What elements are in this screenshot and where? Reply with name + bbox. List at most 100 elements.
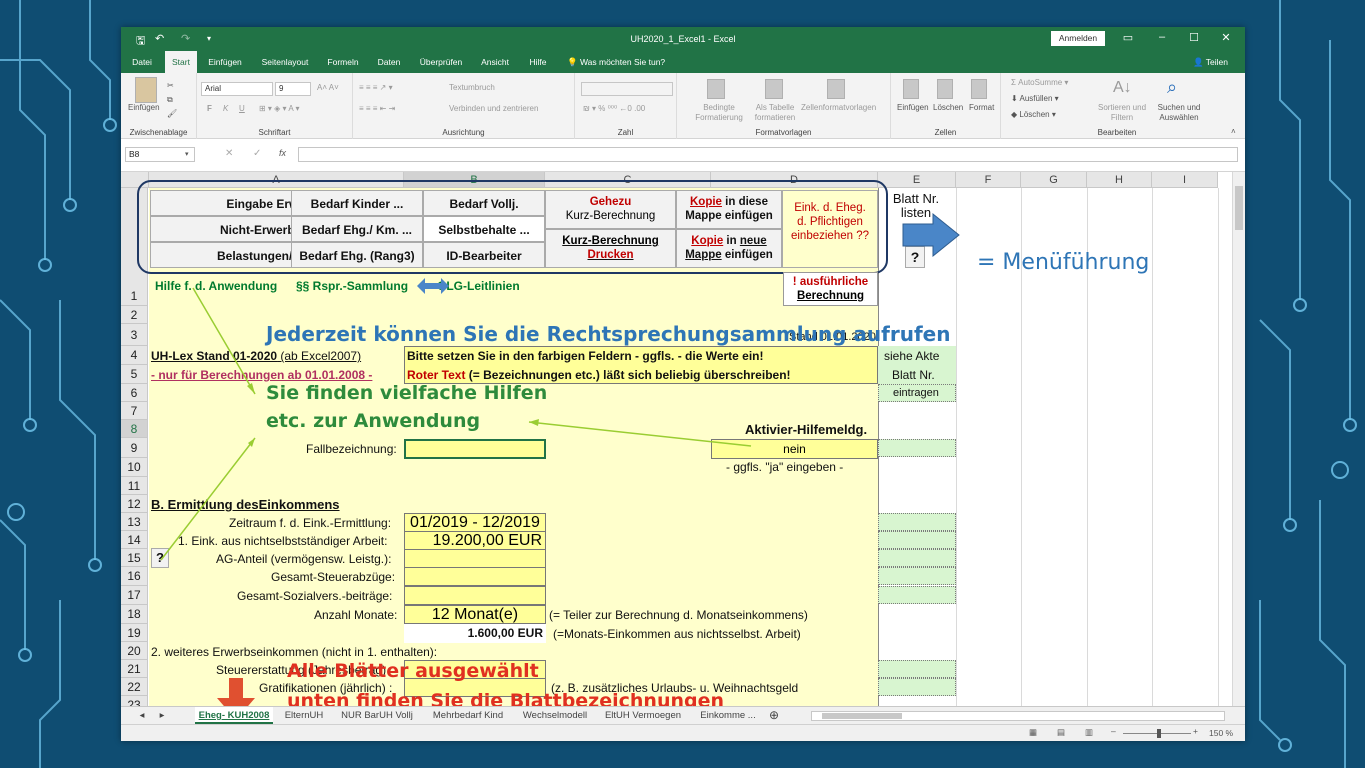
namebox-dropdown-icon[interactable]: ▾ — [185, 150, 189, 158]
conditional-formatting-icon[interactable] — [707, 79, 725, 99]
sheet-tab-nur-baruh-vollj[interactable]: NUR BarUH Vollj — [335, 707, 419, 724]
green-input-12[interactable] — [878, 513, 956, 531]
format-as-table-button[interactable]: Als Tabelle formatieren — [745, 103, 805, 123]
cell-styles-button[interactable]: Zellenformatvorlagen — [801, 103, 876, 112]
delete-cells-icon[interactable] — [937, 79, 953, 99]
normal-view-icon[interactable]: ▦ — [1029, 727, 1037, 738]
top-align-icon[interactable]: ≡ ≡ ≡ ↗ ▾ — [359, 83, 393, 92]
green-input-20[interactable] — [878, 660, 956, 678]
anzahl-monate-input[interactable]: 12 Monat(e) — [404, 605, 546, 624]
cancel-entry-icon[interactable]: ✕ — [225, 148, 233, 159]
page-break-icon[interactable]: ▥ — [1085, 727, 1093, 738]
autosum-button[interactable]: Σ AutoSumme ▾ — [1011, 78, 1068, 87]
horizontal-scroll-thumb[interactable] — [822, 713, 902, 719]
signin-button[interactable]: Anmelden — [1051, 31, 1105, 46]
merge-center-button[interactable]: Verbinden und zentrieren — [449, 104, 538, 113]
col-header-g[interactable]: G — [1021, 172, 1087, 188]
green-input-16[interactable] — [878, 586, 956, 604]
row-header-12[interactable]: 12 — [121, 495, 148, 513]
zeitraum-input[interactable]: 01/2019 - 12/2019 — [404, 513, 546, 532]
font-size-select[interactable]: 9 — [275, 82, 311, 96]
sheet-tab-elternuh[interactable]: ElternUH — [279, 707, 329, 724]
green-input-8[interactable] — [878, 439, 956, 457]
row-header-17[interactable]: 17 — [121, 586, 148, 605]
sheet-tab-eltuh-vermoegen[interactable]: EltUH Vermoegen — [599, 707, 687, 724]
row-header-23[interactable]: 23 — [121, 696, 148, 706]
zoom-in-icon[interactable]: + — [1193, 726, 1198, 736]
wrap-text-button[interactable]: Textumbruch — [449, 83, 495, 92]
ag-anteil-input[interactable] — [404, 549, 546, 568]
insert-cells-button[interactable]: Einfügen — [897, 103, 929, 112]
bold-button[interactable]: F — [207, 104, 212, 113]
help-question-button[interactable]: ? — [905, 246, 925, 268]
horizontal-scrollbar[interactable] — [811, 711, 1225, 721]
insert-cells-icon[interactable] — [903, 79, 919, 99]
scroll-tabs-right-icon[interactable]: ▸ — [155, 707, 169, 724]
conditional-formatting-button[interactable]: Bedingte Formatierung — [687, 103, 751, 123]
border-icon[interactable]: ⊞ ▾ ◈ ▾ A ▾ — [259, 104, 299, 113]
vertical-scroll-thumb[interactable] — [1235, 186, 1243, 230]
vertical-scrollbar[interactable] — [1232, 172, 1245, 706]
green-input-14[interactable] — [878, 549, 956, 567]
format-cells-icon[interactable] — [971, 79, 987, 99]
tab-seitenlayout[interactable]: Seitenlayout — [257, 51, 313, 73]
row-header-14[interactable]: 14 — [121, 531, 148, 549]
zoom-out-icon[interactable]: – — [1111, 726, 1116, 736]
share-button[interactable]: 👤 Teilen — [1193, 51, 1228, 73]
tab-einfuegen[interactable]: Einfügen — [205, 51, 245, 73]
zoom-level[interactable]: 150 % — [1209, 728, 1233, 738]
number-format-select[interactable] — [581, 82, 673, 96]
help-link[interactable]: Hilfe f. d. Anwendung — [155, 279, 277, 293]
col-header-i[interactable]: I — [1152, 172, 1218, 188]
green-input-21[interactable] — [878, 678, 956, 696]
sozialvers-input[interactable] — [404, 586, 546, 605]
sheet-tab-wechselmodell[interactable]: Wechselmodell — [517, 707, 593, 724]
worksheet-grid[interactable]: A B C D E F G H I 1 2 3 4 5 6 7 8 9 10 11 12 13 14 15 1… — [121, 172, 1245, 706]
rspr-sammlung-link[interactable]: §§ Rspr.-Sammlung — [296, 279, 408, 293]
hilfemeldung-input[interactable]: nein — [711, 439, 878, 459]
row-header-10[interactable]: 10 — [121, 458, 148, 477]
tab-ansicht[interactable]: Ansicht — [477, 51, 513, 73]
scroll-tabs-left-icon[interactable]: ◂ — [135, 707, 149, 724]
col-header-e[interactable]: E — [878, 172, 956, 188]
fill-button[interactable]: ⬇ Ausfüllen ▾ — [1011, 94, 1059, 103]
maximize-icon[interactable]: ☐ — [1186, 31, 1202, 44]
font-name-select[interactable]: Arial — [201, 82, 273, 96]
collapse-ribbon-icon[interactable]: ˄ — [1231, 127, 1236, 136]
row-header-9[interactable]: 9 — [121, 438, 148, 458]
row-header-18[interactable]: 18 — [121, 605, 148, 624]
grow-font-icon[interactable]: A˄ A˅ — [317, 83, 339, 92]
close-icon[interactable]: ✕ — [1218, 31, 1234, 44]
add-sheet-icon[interactable]: ⊕ — [767, 707, 781, 724]
tab-daten[interactable]: Daten — [373, 51, 405, 73]
format-painter-icon[interactable]: 🖌 — [167, 109, 177, 118]
olg-leitlinien-link[interactable]: OLG-Leitlinien — [437, 279, 520, 293]
minimize-icon[interactable]: – — [1154, 31, 1170, 43]
tab-start[interactable]: Start — [165, 51, 197, 73]
paste-button[interactable]: Einfügen — [128, 103, 160, 112]
row-header-5[interactable]: 5 — [121, 365, 148, 384]
row-header-3[interactable]: 3 — [121, 324, 148, 346]
row-header-6[interactable]: 6 — [121, 384, 148, 402]
tab-formeln[interactable]: Formeln — [323, 51, 363, 73]
cut-icon[interactable]: ✂ — [167, 81, 174, 90]
row-header-19[interactable]: 19 — [121, 624, 148, 642]
format-cells-button[interactable]: Format — [969, 103, 994, 112]
tab-datei[interactable]: Datei — [127, 51, 157, 73]
copy-icon[interactable]: ⧉ — [167, 95, 173, 105]
search-icon[interactable]: ⌕ — [1167, 77, 1177, 98]
left-align-icon[interactable]: ≡ ≡ ≡ ⇤ ⇥ — [359, 104, 395, 113]
row-header-11[interactable]: 11 — [121, 477, 148, 495]
delete-cells-button[interactable]: Löschen — [933, 103, 963, 112]
help-question-button-2[interactable]: ? — [151, 548, 169, 568]
tab-hilfe[interactable]: Hilfe — [523, 51, 553, 73]
ausfuehrliche-berechnung-button[interactable]: ! ausführliche Berechnung — [783, 272, 878, 306]
green-input-13[interactable] — [878, 531, 956, 549]
sheet-tab-einkommen[interactable]: Einkomme ... — [693, 707, 763, 724]
row-header-20[interactable]: 20 — [121, 642, 148, 660]
currency-icon[interactable]: ₪ ▾ % ⁰⁰⁰ ←0 .00 — [583, 104, 645, 113]
tab-ueberpruefen[interactable]: Überprüfen — [415, 51, 467, 73]
row-header-13[interactable]: 13 — [121, 513, 148, 531]
sort-filter-button[interactable]: Sortieren und Filtern — [1095, 103, 1149, 123]
col-header-f[interactable]: F — [956, 172, 1021, 188]
